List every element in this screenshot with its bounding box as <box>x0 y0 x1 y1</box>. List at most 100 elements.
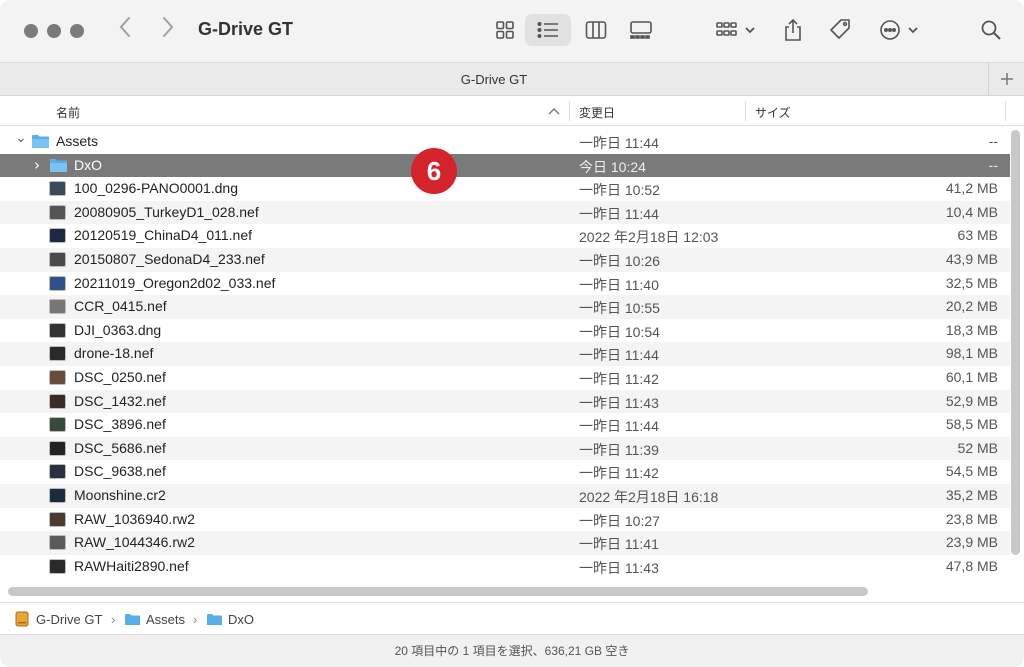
file-row[interactable]: DSC_1432.nef 一昨日 11:43 52,9 MB <box>0 389 1010 414</box>
file-row[interactable]: 20120519_ChinaD4_011.nef 2022 年2月18日 12:0… <box>0 224 1010 248</box>
folder-icon <box>32 135 49 148</box>
column-view-button[interactable] <box>580 14 612 46</box>
file-size: 98,1 MB <box>945 345 998 362</box>
folder-icon <box>125 614 140 625</box>
disclosure-collapsed-icon[interactable]: › <box>34 156 40 174</box>
path-item-dxo[interactable]: DxO <box>228 612 254 627</box>
gallery-view-button[interactable] <box>624 14 658 46</box>
file-date: 一昨日 10:55 <box>579 300 660 317</box>
tab-g-drive-gt[interactable]: G-Drive GT <box>0 72 988 87</box>
search-icon <box>981 20 1001 40</box>
file-size: 52 MB <box>957 439 998 456</box>
file-size: 63 MB <box>957 227 998 244</box>
image-thumbnail-icon <box>49 299 66 315</box>
file-size: 23,8 MB <box>945 510 998 527</box>
file-date: 一昨日 11:42 <box>579 465 659 482</box>
file-size: 18,3 MB <box>945 321 998 338</box>
folder-row[interactable]: › DxO 今日 10:24 -- <box>0 153 1010 178</box>
column-date-header[interactable]: 変更日 <box>579 104 615 121</box>
gallery-icon <box>630 21 652 39</box>
minimize-window-button[interactable] <box>47 24 61 38</box>
file-row[interactable]: DSC_5686.nef 一昨日 11:39 52 MB <box>0 436 1010 461</box>
image-thumbnail-icon <box>49 511 66 527</box>
file-date: 一昨日 11:42 <box>579 370 659 387</box>
horizontal-scrollbar[interactable] <box>8 587 868 596</box>
file-date: 一昨日 11:39 <box>579 441 659 458</box>
vertical-scrollbar[interactable] <box>1011 130 1020 555</box>
file-row[interactable]: DSC_0250.nef 一昨日 11:42 60,1 MB <box>0 366 1010 390</box>
share-icon <box>785 18 801 41</box>
group-by-button[interactable] <box>714 14 760 46</box>
list-view-button[interactable] <box>525 14 571 46</box>
file-date: 一昨日 11:44 <box>579 205 659 222</box>
file-size: 60,1 MB <box>945 368 998 385</box>
toolbar: G-Drive GT <box>0 0 1024 62</box>
new-tab-button[interactable] <box>988 63 1024 95</box>
file-row[interactable]: DSC_9638.nef 一昨日 11:42 54,5 MB <box>0 460 1010 484</box>
file-row[interactable]: DSC_3896.nef 一昨日 11:44 58,5 MB <box>0 413 1010 437</box>
image-thumbnail-icon <box>49 181 66 197</box>
image-thumbnail-icon <box>49 464 66 480</box>
file-row[interactable]: DJI_0363.dng 一昨日 10:54 18,3 MB <box>0 319 1010 343</box>
file-size: 52,9 MB <box>945 392 998 409</box>
group-icon <box>716 22 755 36</box>
file-row[interactable]: RAW_1044346.rw2 一昨日 11:41 23,9 MB <box>0 531 1010 555</box>
image-thumbnail-icon <box>49 393 66 409</box>
column-name-header[interactable]: 名前 <box>56 104 80 121</box>
file-date: 2022 年2月18日 12:03 <box>579 229 719 246</box>
back-button[interactable] <box>118 16 132 44</box>
file-name: DSC_0250.nef <box>74 368 166 385</box>
search-button[interactable] <box>976 14 1006 46</box>
file-date: 一昨日 10:27 <box>579 512 660 529</box>
chevron-right-icon <box>163 17 174 37</box>
zoom-window-button[interactable] <box>70 24 84 38</box>
column-size-header[interactable]: サイズ <box>755 104 791 121</box>
file-size: 32,5 MB <box>945 274 998 291</box>
path-item-drive[interactable]: G-Drive GT <box>36 612 102 627</box>
image-thumbnail-icon <box>49 417 66 433</box>
column-divider[interactable] <box>745 101 746 121</box>
file-date: 一昨日 10:52 <box>579 182 660 199</box>
file-size: 43,9 MB <box>945 250 998 267</box>
file-name: DJI_0363.dng <box>74 321 162 338</box>
grid-icon <box>496 21 514 39</box>
close-window-button[interactable] <box>24 24 38 38</box>
file-date: 2022 年2月18日 16:18 <box>579 488 719 505</box>
file-size: 41,2 MB <box>945 180 998 197</box>
status-bar: 20 項目中の 1 項目を選択、636,21 GB 空き <box>0 634 1024 667</box>
file-row[interactable]: 20150807_SedonaD4_233.nef 一昨日 10:26 43,9 M… <box>0 247 1010 272</box>
file-name: RAWHaiti2890.nef <box>74 557 189 574</box>
file-row[interactable]: drone-18.nef 一昨日 11:44 98,1 MB <box>0 342 1010 366</box>
file-date: 一昨日 10:26 <box>579 252 660 269</box>
image-thumbnail-icon <box>49 228 66 244</box>
image-thumbnail-icon <box>49 204 66 220</box>
columns-icon <box>585 21 607 39</box>
file-name: DSC_1432.nef <box>74 392 166 409</box>
file-row[interactable]: Moonshine.cr2 2022 年2月18日 16:18 35,2 MB <box>0 483 1010 508</box>
file-row[interactable]: 100_0296-PANO0001.dng 一昨日 10:52 41,2 MB <box>0 177 1010 201</box>
icon-view-button[interactable] <box>489 14 521 46</box>
column-divider[interactable] <box>1005 101 1006 121</box>
sort-ascending-icon[interactable] <box>548 107 560 115</box>
file-row[interactable]: 20080905_TurkeyD1_028.nef 一昨日 11:44 10,4 M… <box>0 200 1010 225</box>
disclosure-expanded-icon[interactable]: ⌄ <box>15 130 27 146</box>
share-button[interactable] <box>778 14 808 46</box>
chevron-left-icon <box>119 17 130 37</box>
file-size: 10,4 MB <box>945 203 998 220</box>
folder-icon <box>207 614 222 625</box>
folder-row[interactable]: ⌄ Assets 一昨日 11:44 -- <box>0 130 1010 154</box>
action-menu-button[interactable] <box>876 14 924 46</box>
file-size: 47,8 MB <box>945 557 998 574</box>
column-divider[interactable] <box>569 101 570 121</box>
file-row[interactable]: 20211019_Oregon2d02_033.nef 一昨日 11:40 32,5… <box>0 272 1010 296</box>
list-icon <box>537 21 558 39</box>
file-row[interactable]: CCR_0415.nef 一昨日 10:55 20,2 MB <box>0 295 1010 319</box>
file-row[interactable]: RAW_1036940.rw2 一昨日 10:27 23,8 MB <box>0 508 1010 532</box>
file-name: Assets <box>56 133 99 149</box>
tag-button[interactable] <box>824 14 856 46</box>
image-thumbnail-icon <box>49 251 66 267</box>
ellipsis-circle-icon <box>880 20 918 40</box>
file-row[interactable]: RAWHaiti2890.nef 一昨日 11:43 47,8 MB <box>0 555 1010 579</box>
forward-button[interactable] <box>161 16 175 44</box>
path-item-assets[interactable]: Assets <box>146 612 185 627</box>
